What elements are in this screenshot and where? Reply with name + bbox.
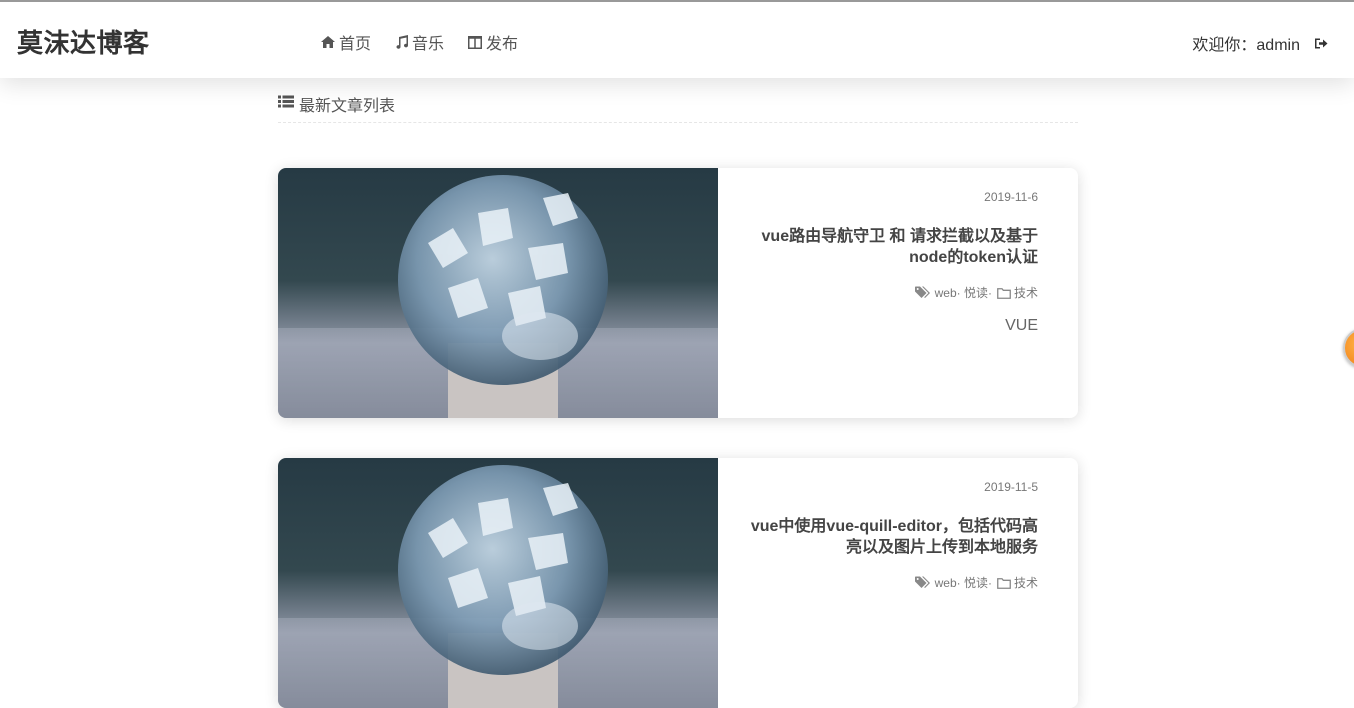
post-meta: web· 悦读· 技术 [738,574,1038,591]
home-icon [321,36,335,48]
post-thumbnail[interactable] [278,458,718,708]
top-header: 莫沫达博客 首页 音乐 发布 欢迎你：admin [0,0,1354,78]
post-meta: web· 悦读· 技术 [738,284,1038,301]
post-title[interactable]: vue中使用vue-quill-editor，包括代码高亮以及图片上传到本地服务 [738,516,1038,558]
folder-icon [997,577,1011,589]
folder-icon [997,287,1011,299]
list-icon [278,95,294,113]
post-info: 2019-11-6 vue路由导航守卫 和 请求拦截以及基于node的token… [718,168,1078,418]
nav-home[interactable]: 首页 [321,30,371,54]
nav-home-label: 首页 [339,36,372,53]
post-tags[interactable]: web· 悦读· [935,574,992,591]
main-content: 最新文章列表 2019-11-6 vue路由导航守卫 和 请求拦截以及基于nod… [278,78,1078,708]
floating-widget-button[interactable] [1343,328,1354,368]
post-date: 2019-11-6 [984,190,1038,204]
tags-icon [914,286,932,299]
welcome-text: 欢迎你：admin [1192,37,1300,54]
tags-icon [914,576,932,589]
post-category[interactable]: 技术 [1014,574,1038,591]
post-date: 2019-11-5 [984,480,1038,494]
columns-icon [468,35,483,49]
post-summary: VUE [1005,317,1038,334]
nav-publish-label: 发布 [486,36,519,53]
nav-music[interactable]: 音乐 [395,30,444,54]
site-logo[interactable]: 莫沫达博客 [17,23,150,60]
sign-out-icon[interactable] [1314,37,1328,50]
nav-publish[interactable]: 发布 [468,30,518,54]
post-category[interactable]: 技术 [1014,284,1038,301]
music-icon [395,35,409,49]
post-title[interactable]: vue路由导航守卫 和 请求拦截以及基于node的token认证 [738,226,1038,268]
post-tags[interactable]: web· 悦读· [935,284,992,301]
post-info: 2019-11-5 vue中使用vue-quill-editor，包括代码高亮以… [718,458,1078,708]
post-card[interactable]: 2019-11-5 vue中使用vue-quill-editor，包括代码高亮以… [278,458,1078,708]
section-header: 最新文章列表 [278,92,1078,123]
main-nav: 首页 音乐 发布 [321,30,518,54]
nav-music-label: 音乐 [412,36,445,53]
user-area: 欢迎你：admin [1192,31,1328,55]
section-title: 最新文章列表 [299,98,396,115]
post-card[interactable]: 2019-11-6 vue路由导航守卫 和 请求拦截以及基于node的token… [278,168,1078,418]
post-thumbnail[interactable] [278,168,718,418]
